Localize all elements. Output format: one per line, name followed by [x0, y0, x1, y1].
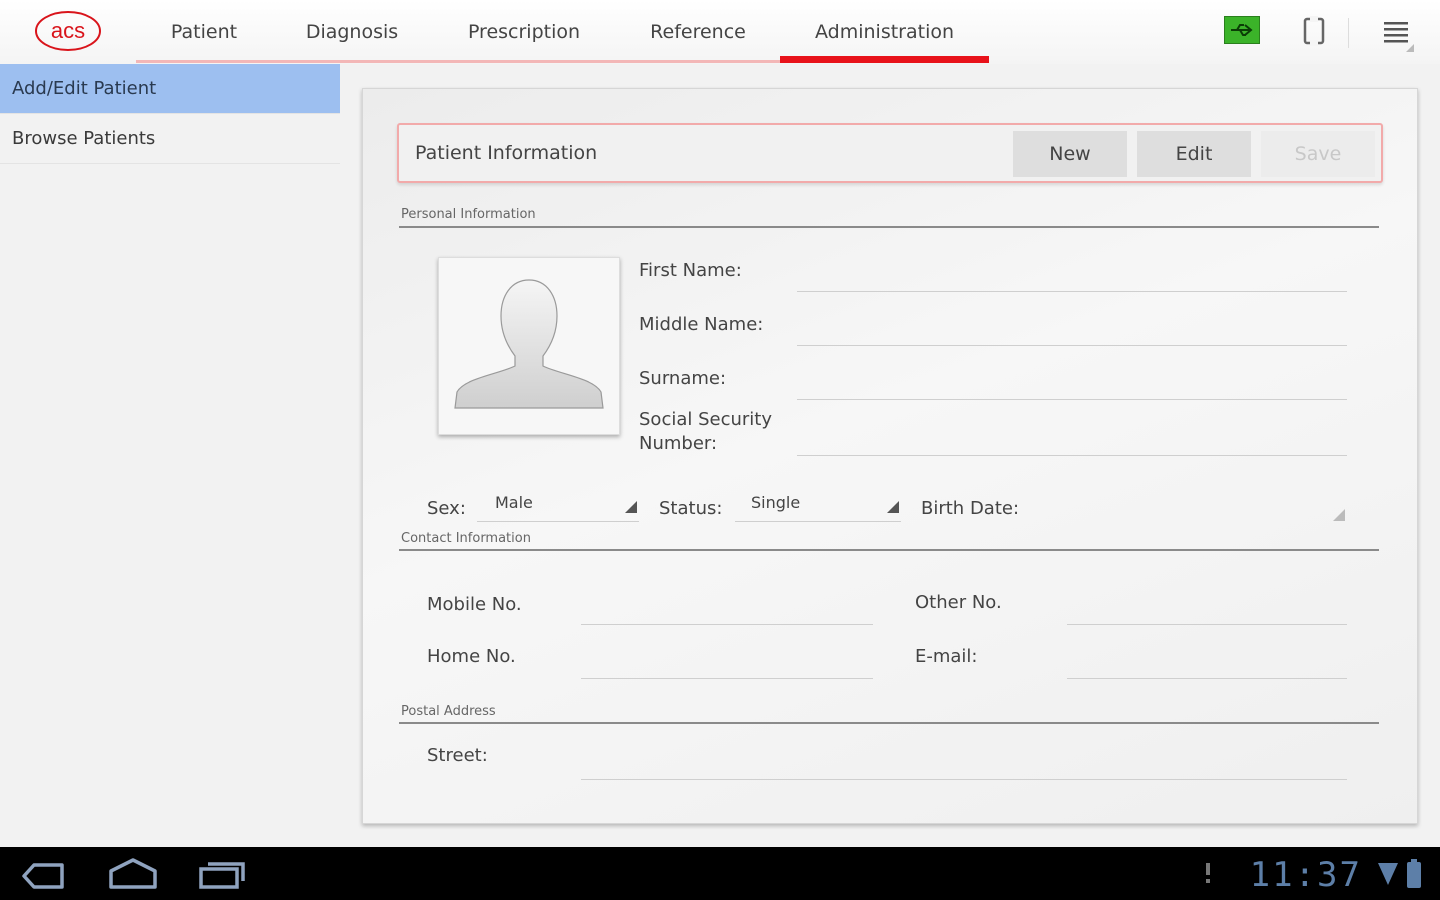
dropdown-arrow-icon: [1333, 509, 1345, 521]
surname-label: Surname:: [639, 368, 727, 389]
wifi-icon: [1378, 861, 1398, 891]
first-name-label: First Name:: [639, 260, 742, 281]
logo-text: acs: [51, 18, 85, 43]
tab-reference[interactable]: Reference: [616, 0, 780, 64]
battery-icon: [1406, 859, 1422, 893]
tab-label: Patient: [170, 21, 238, 43]
sidebar-item-browse-patients[interactable]: Browse Patients: [0, 114, 340, 164]
tab-prescription[interactable]: Prescription: [432, 0, 616, 64]
sidebar-item-label: Add/Edit Patient: [12, 78, 157, 99]
new-button[interactable]: New: [1013, 131, 1127, 177]
section-divider: [399, 722, 1379, 724]
tab-label: Reference: [650, 21, 746, 43]
spinner-underline: [735, 521, 901, 522]
back-icon[interactable]: [20, 861, 66, 895]
patient-photo[interactable]: [438, 257, 620, 435]
spinner-underline: [477, 521, 639, 522]
divider: [1348, 18, 1349, 48]
dropdown-arrow-icon: [625, 501, 637, 513]
birth-date-label: Birth Date:: [921, 498, 1020, 519]
section-divider: [399, 549, 1379, 551]
contact-info-section-label: Contact Information: [401, 531, 531, 546]
sex-value: Male: [495, 493, 533, 512]
sidebar-item-add-edit-patient[interactable]: Add/Edit Patient: [0, 64, 340, 114]
save-button[interactable]: Save: [1261, 131, 1375, 177]
sidebar-item-label: Browse Patients: [12, 128, 156, 149]
notification-icon[interactable]: [1204, 861, 1212, 889]
top-action-bar: acs Patient Diagnosis Prescription Refer…: [0, 0, 1440, 64]
tab-label: Administration: [814, 21, 955, 43]
recent-apps-icon[interactable]: [198, 859, 246, 895]
email-label: E-mail:: [915, 646, 978, 667]
sidebar: Add/Edit Patient Browse Patients: [0, 64, 340, 847]
usb-icon[interactable]: [1224, 16, 1260, 44]
ssn-input[interactable]: [797, 455, 1347, 456]
patient-info-header: Patient Information New Edit Save: [397, 123, 1383, 183]
home-no-input[interactable]: [581, 678, 873, 679]
other-no-label: Other No.: [915, 592, 1002, 613]
mobile-label: Mobile No.: [427, 594, 522, 615]
section-divider: [399, 226, 1379, 228]
other-no-input[interactable]: [1067, 624, 1347, 625]
tab-administration[interactable]: Administration: [780, 0, 989, 64]
avatar-silhouette-icon: [454, 279, 604, 409]
personal-info-section-label: Personal Information: [401, 207, 536, 222]
tab-label: Prescription: [467, 21, 581, 43]
main-tabs: Patient Diagnosis Prescription Reference…: [136, 0, 989, 64]
ssn-label-line1: Social Security: [639, 409, 773, 430]
system-navigation-bar: 11:37: [0, 847, 1440, 900]
middle-name-input[interactable]: [797, 345, 1347, 346]
tab-patient[interactable]: Patient: [136, 0, 272, 64]
first-name-input[interactable]: [797, 291, 1347, 292]
patient-form-panel: Patient Information New Edit Save Person…: [362, 88, 1418, 824]
dropdown-arrow-icon: [887, 501, 899, 513]
home-icon[interactable]: [108, 857, 158, 895]
status-value: Single: [751, 493, 801, 512]
edit-button[interactable]: Edit: [1137, 131, 1251, 177]
menu-icon[interactable]: [1384, 18, 1414, 52]
street-input[interactable]: [581, 779, 1347, 780]
tab-label: Diagnosis: [305, 21, 399, 43]
status-clock: 11:37: [1249, 855, 1362, 895]
street-label: Street:: [427, 745, 488, 766]
surname-input[interactable]: [797, 399, 1347, 400]
mobile-input[interactable]: [581, 624, 873, 625]
acs-logo: acs: [34, 10, 102, 52]
rotate-icon[interactable]: [1302, 16, 1326, 46]
middle-name-label: Middle Name:: [639, 314, 764, 335]
ssn-label-line2: Number:: [639, 433, 718, 454]
tab-diagnosis[interactable]: Diagnosis: [272, 0, 432, 64]
status-label: Status:: [659, 498, 723, 519]
sex-label: Sex:: [427, 498, 466, 519]
email-input[interactable]: [1067, 678, 1347, 679]
home-no-label: Home No.: [427, 646, 516, 667]
patient-info-title: Patient Information: [415, 142, 598, 164]
postal-address-section-label: Postal Address: [401, 704, 496, 719]
